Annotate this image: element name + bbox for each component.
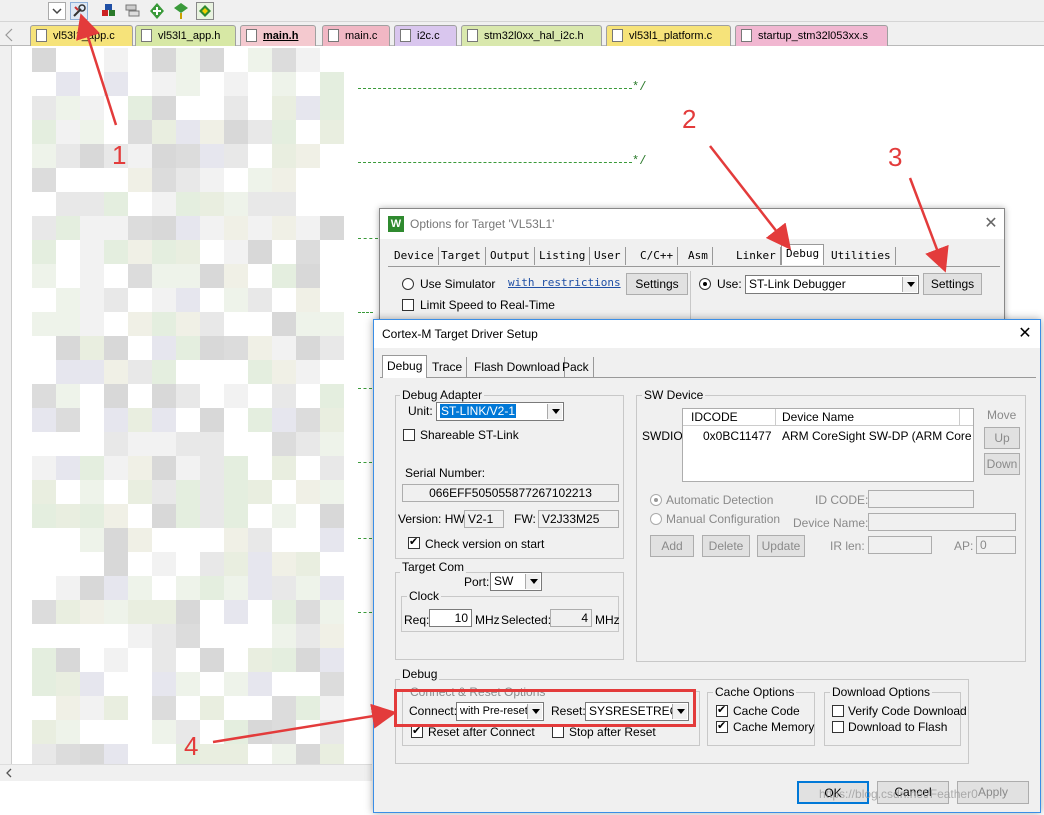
- annotation-number-1: 1: [112, 140, 127, 170]
- arrow-to-settings-button: [908, 177, 949, 273]
- annotation-number-2: 2: [682, 104, 697, 134]
- arrow-to-connect-options: [212, 703, 397, 744]
- annotation-number-3: 3: [888, 142, 903, 172]
- arrow-to-debug-tab: [709, 145, 792, 250]
- annotation-number-4: 4: [184, 731, 199, 761]
- annotation-arrows: [76, 13, 949, 744]
- arrow-to-options-icon: [76, 13, 118, 126]
